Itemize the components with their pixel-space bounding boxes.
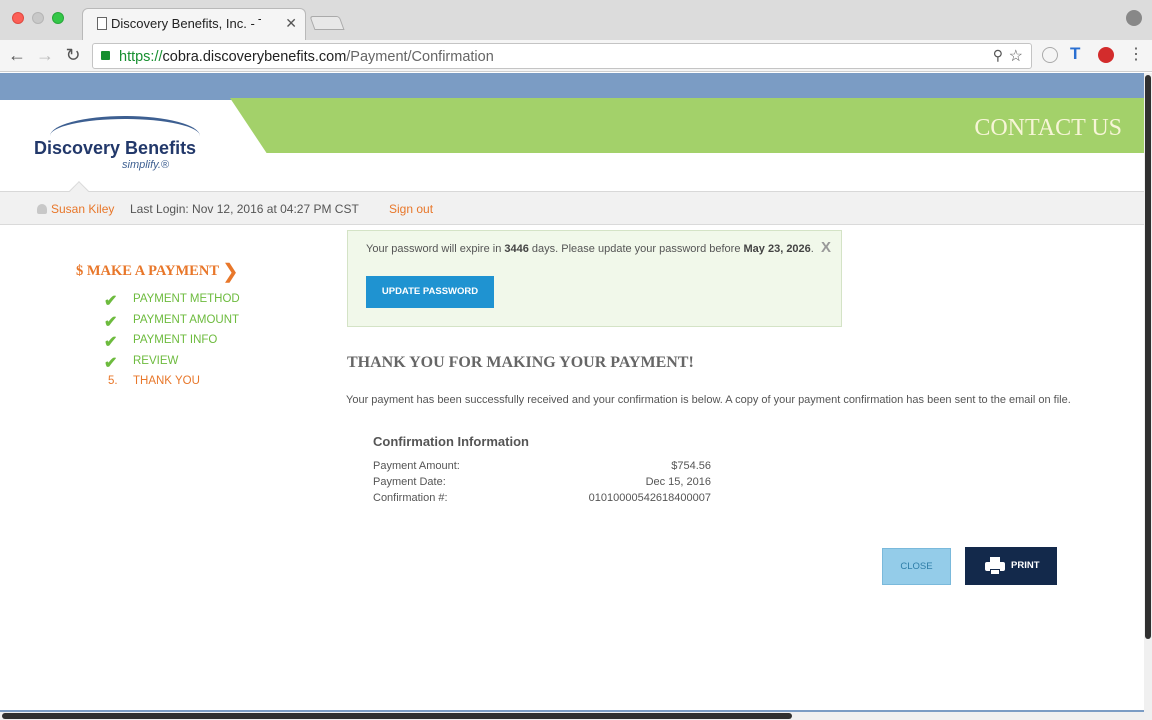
- step-thank-you: 5. Thank You: [104, 375, 304, 393]
- address-bar[interactable]: https://cobra.discoverybenefits.com/Paym…: [92, 43, 1032, 69]
- step-payment-amount: ✔ Payment Amount: [104, 314, 304, 332]
- browser-toolbar: ← → ↻ https://cobra.discoverybenefits.co…: [0, 40, 1152, 72]
- step-payment-info: ✔ Payment Info: [104, 334, 304, 352]
- close-icon[interactable]: X: [821, 239, 831, 256]
- sign-out-link[interactable]: Sign out: [389, 202, 433, 216]
- extension-t-icon[interactable]: T: [1070, 44, 1086, 63]
- page-title: THANK YOU FOR MAKING YOUR PAYMENT!: [347, 354, 694, 371]
- extension-circle-icon[interactable]: [1042, 47, 1058, 63]
- row-value: Dec 15, 2016: [645, 476, 711, 488]
- confirmation-row-amount: Payment Amount: $754.56: [373, 460, 711, 476]
- print-label: Print: [1011, 560, 1040, 571]
- step-label: Payment Info: [133, 334, 218, 346]
- window-close-button[interactable]: [12, 12, 24, 24]
- tab-close-icon[interactable]: ✕: [285, 15, 297, 32]
- notice-text: Your password will expire in 3446 days. …: [366, 243, 814, 255]
- browser-tab[interactable]: Discovery Benefits, Inc. - Thank ✕: [82, 8, 306, 40]
- printer-icon: [985, 557, 1005, 575]
- notice-text-mid: days. Please update your password before: [528, 243, 744, 255]
- chevron-right-icon: ❯: [222, 261, 239, 283]
- step-label: Review: [133, 355, 179, 367]
- url-path: /Payment/Confirmation: [346, 49, 494, 65]
- step-review: ✔ Review: [104, 355, 304, 373]
- url-text[interactable]: https://cobra.discoverybenefits.com/Paym…: [119, 49, 494, 65]
- confirmation-row-date: Payment Date: Dec 15, 2016: [373, 476, 711, 492]
- vertical-scroll-thumb[interactable]: [1145, 75, 1151, 639]
- forward-icon[interactable]: →: [34, 45, 56, 66]
- close-button[interactable]: Close: [882, 548, 951, 585]
- step-label: Payment Method: [133, 293, 240, 305]
- check-icon: ✔: [104, 355, 118, 372]
- print-button[interactable]: Print: [965, 547, 1057, 585]
- check-icon: ✔: [104, 334, 118, 351]
- password-expiry-notice: Your password will expire in 3446 days. …: [347, 230, 842, 327]
- user-name-link[interactable]: Susan Kiley: [51, 202, 114, 216]
- vertical-scrollbar[interactable]: [1144, 73, 1152, 720]
- notice-days: 3446: [504, 243, 529, 255]
- window-minimize-button[interactable]: [32, 12, 44, 24]
- confirmation-row-number: Confirmation #: 01010000542618400007: [373, 492, 711, 508]
- profile-icon[interactable]: [1126, 10, 1142, 26]
- url-scheme: https://: [119, 49, 163, 65]
- step-label: Thank You: [133, 375, 200, 387]
- confirmation-info-title: Confirmation Information: [373, 434, 529, 449]
- logo-tagline: simplify.®: [122, 159, 170, 171]
- make-payment-title: $ MAKE A PAYMENT: [76, 263, 219, 279]
- new-tab-button[interactable]: [309, 16, 345, 30]
- tab-title: Discovery Benefits, Inc. - Thank: [111, 16, 261, 31]
- site-logo[interactable]: Discovery Benefits simplify.®: [34, 116, 204, 176]
- url-host: cobra.discoverybenefits.com: [162, 49, 347, 65]
- step-label: Payment Amount: [133, 314, 240, 326]
- user-icon: [37, 204, 47, 214]
- back-icon[interactable]: ←: [6, 45, 28, 66]
- check-icon: ✔: [104, 314, 118, 331]
- row-key: Confirmation #:: [373, 492, 448, 504]
- user-bar: Susan Kiley Last Login: Nov 12, 2016 at …: [0, 181, 1144, 225]
- browser-tab-bar: Discovery Benefits, Inc. - Thank ✕: [0, 0, 1152, 40]
- logo-name: Discovery Benefits: [34, 138, 197, 158]
- row-value: 01010000542618400007: [588, 492, 711, 504]
- confirmation-message: Your payment has been successfully recei…: [346, 394, 1071, 406]
- contact-us-link[interactable]: CONTACT US: [974, 115, 1122, 142]
- row-key: Payment Date:: [373, 476, 446, 488]
- top-band: [0, 73, 1144, 100]
- row-key: Payment Amount:: [373, 460, 460, 472]
- step-number: 5.: [108, 375, 118, 387]
- page-icon: [97, 17, 107, 30]
- browser-menu-icon[interactable]: ⋮: [1128, 44, 1144, 63]
- row-value: $754.56: [671, 460, 711, 472]
- extension-block-icon[interactable]: [1098, 47, 1114, 63]
- bookmark-star-icon[interactable]: ☆: [1009, 46, 1023, 66]
- update-password-button[interactable]: Update Password: [366, 276, 494, 308]
- horizontal-scrollbar[interactable]: [0, 712, 1144, 720]
- notice-text-prefix: Your password will expire in: [366, 243, 505, 255]
- step-payment-method: ✔ Payment Method: [104, 293, 304, 311]
- reload-icon[interactable]: ↻: [62, 45, 84, 66]
- zoom-icon[interactable]: ⚲: [993, 47, 1003, 64]
- notice-date: May 23, 2026: [743, 243, 811, 255]
- last-login-text: Last Login: Nov 12, 2016 at 04:27 PM CST: [130, 202, 359, 216]
- notice-text-suffix: .: [810, 243, 814, 255]
- check-icon: ✔: [104, 293, 118, 310]
- lock-icon: [101, 51, 110, 60]
- window-zoom-button[interactable]: [52, 12, 64, 24]
- horizontal-scroll-thumb[interactable]: [2, 713, 792, 719]
